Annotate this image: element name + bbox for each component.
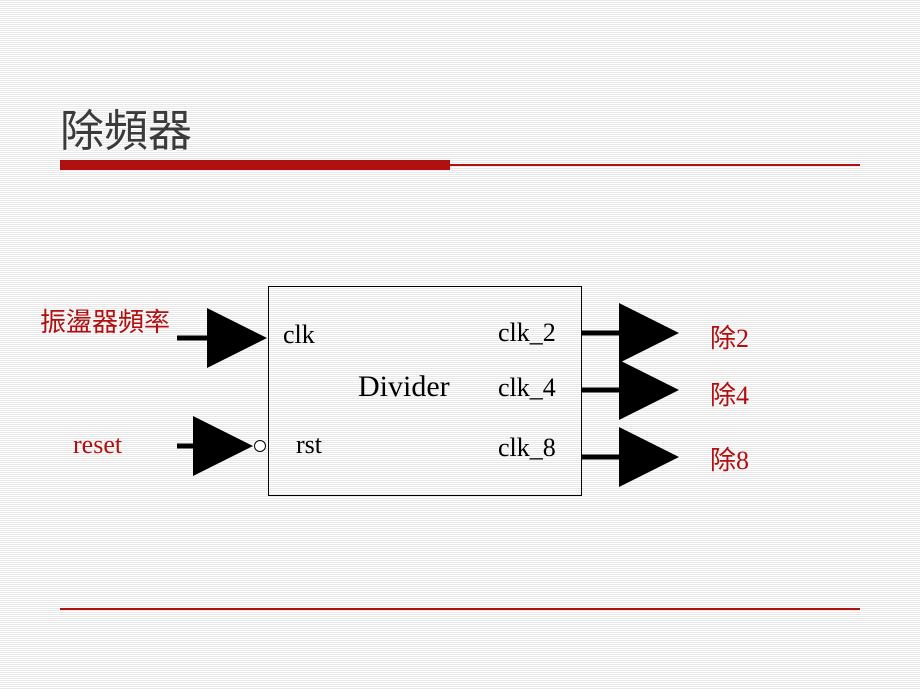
block-diagram: Divider clk rst clk_2 clk_4 clk_8 振盪器頻率 … bbox=[0, 0, 920, 690]
footer-divider bbox=[60, 608, 860, 610]
arrows bbox=[0, 0, 920, 690]
slide: 除頻器 Divider clk rst clk_2 clk_4 clk_8 振盪… bbox=[0, 0, 920, 690]
